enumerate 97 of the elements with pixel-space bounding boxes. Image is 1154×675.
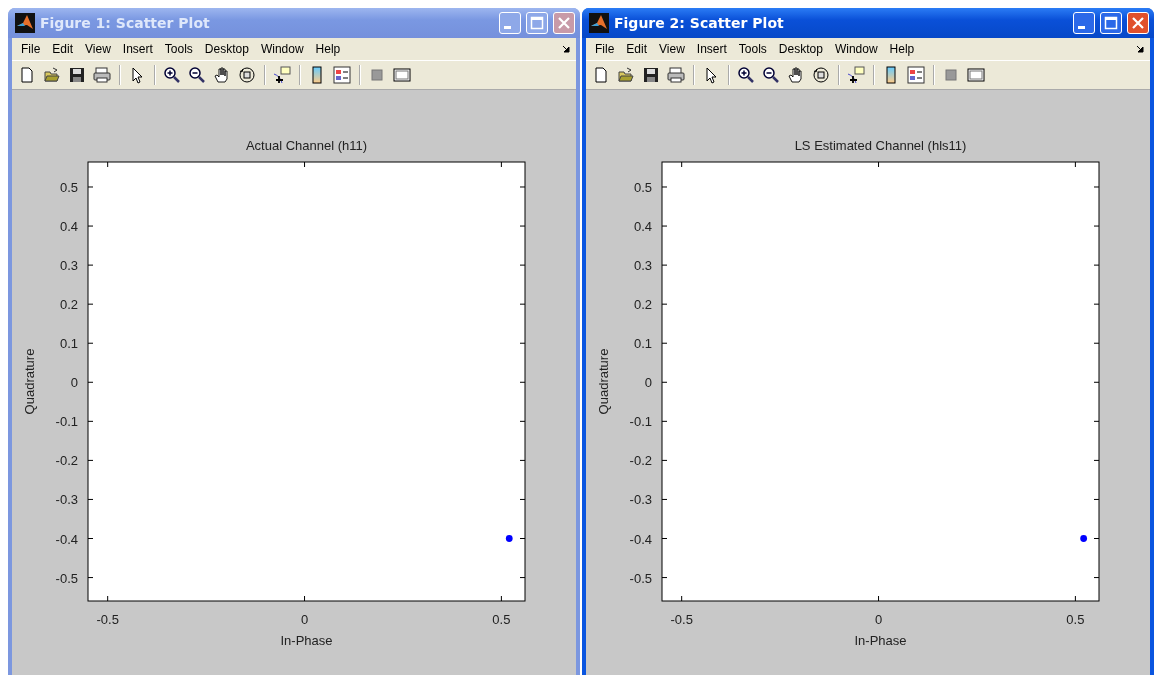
tick-label: -0.2: [629, 453, 652, 469]
hand-icon: [213, 66, 231, 84]
tick-label: -0.1: [55, 414, 78, 430]
open-folder-icon: [617, 66, 635, 84]
tick-label: 0.2: [59, 297, 78, 313]
menu-item[interactable]: File: [589, 42, 621, 56]
tick-label: 0: [644, 375, 652, 391]
menu-item[interactable]: Window: [828, 42, 884, 56]
rotate-button[interactable]: [810, 64, 832, 86]
maximize-button[interactable]: [1100, 12, 1122, 34]
print-icon: [93, 66, 111, 84]
tick-label: 0: [300, 612, 309, 627]
legend-button[interactable]: [331, 64, 353, 86]
dock-arrow-icon[interactable]: [562, 45, 570, 53]
rotate-button[interactable]: [236, 64, 258, 86]
maximize-icon: [530, 16, 544, 30]
app-logo-icon: [589, 13, 609, 33]
data-cursor-icon: [273, 66, 291, 84]
window-title: Figure 2: Scatter Plot: [614, 15, 785, 31]
data-cursor-button[interactable]: [845, 64, 867, 86]
print-icon: [667, 66, 685, 84]
tick-label: 0.5: [633, 180, 652, 195]
print-button[interactable]: [665, 64, 687, 86]
tick-label: 0.5: [59, 180, 78, 195]
menu-item[interactable]: Help: [883, 42, 921, 56]
menu-item[interactable]: Desktop: [772, 42, 829, 56]
x-axis-label: In-Phase: [854, 633, 907, 648]
app-logo-icon: [15, 13, 35, 33]
tick-label: 0.1: [633, 336, 652, 352]
new-file-icon: [18, 66, 36, 84]
tick-label: -0.5: [629, 570, 652, 586]
maximize-icon: [1104, 16, 1118, 30]
tick-label: -0.3: [55, 492, 78, 508]
legend-icon: [333, 66, 351, 84]
hand-icon: [787, 66, 805, 84]
x-axis-label: In-Phase: [280, 633, 333, 648]
y-axis-label: Quadrature: [22, 348, 37, 415]
data-cursor-icon: [847, 66, 865, 84]
tick-label: -0.3: [629, 492, 652, 508]
tick-label: -0.5: [55, 570, 78, 586]
tick-label: 0: [874, 612, 883, 627]
square-icon: [368, 66, 386, 84]
save-icon: [642, 66, 660, 84]
tick-label: -0.4: [55, 531, 78, 547]
menu-item[interactable]: Tools: [732, 42, 773, 56]
square-icon: [942, 66, 960, 84]
minimize-icon: [503, 25, 511, 29]
close-icon: [1131, 16, 1145, 30]
tick-label: -0.2: [55, 453, 78, 469]
minimize-icon: [1077, 25, 1085, 29]
menu-item[interactable]: View: [653, 42, 691, 56]
menu-item[interactable]: Desktop: [198, 42, 255, 56]
tick-label: 0.3: [633, 258, 652, 274]
menu-item[interactable]: Edit: [620, 42, 654, 56]
tick-label: 0.3: [59, 258, 78, 274]
menu-item[interactable]: Help: [309, 42, 347, 56]
plot-tools-icon: [393, 66, 411, 84]
menu-item[interactable]: View: [79, 42, 117, 56]
tick-label: -0.1: [629, 414, 652, 430]
close-icon: [557, 16, 571, 30]
close-button[interactable]: [1127, 12, 1149, 34]
plot-tools-icon: [967, 66, 985, 84]
tick-label: 0.5: [1066, 612, 1085, 627]
print-button[interactable]: [91, 64, 113, 86]
tick-label: 0.4: [633, 219, 652, 235]
legend-button[interactable]: [905, 64, 927, 86]
menu-item[interactable]: Insert: [116, 42, 159, 56]
new-file-icon: [592, 66, 610, 84]
tick-label: -0.5: [96, 612, 119, 627]
dock-arrow-icon[interactable]: [1136, 45, 1144, 53]
data-cursor-button[interactable]: [271, 64, 293, 86]
menu-item[interactable]: File: [15, 42, 47, 56]
zoom-out-icon: [188, 66, 206, 84]
menu-item[interactable]: Insert: [690, 42, 733, 56]
rotate-icon: [238, 66, 256, 84]
open-folder-icon: [43, 66, 61, 84]
zoom-out-icon: [762, 66, 780, 84]
tick-label: 0.1: [59, 336, 78, 352]
menu-item[interactable]: Tools: [158, 42, 199, 56]
menu-item[interactable]: Edit: [46, 42, 80, 56]
y-axis-label: Quadrature: [596, 348, 611, 415]
save-icon: [68, 66, 86, 84]
window-title: Figure 1: Scatter Plot: [40, 15, 211, 31]
tick-label: 0: [70, 375, 78, 391]
tick-label: -0.4: [629, 531, 652, 547]
tick-label: 0.5: [492, 612, 511, 627]
tick-label: 0.2: [633, 297, 652, 313]
rotate-icon: [812, 66, 830, 84]
minimize-button[interactable]: [1073, 12, 1095, 34]
zoom-in-icon: [163, 66, 181, 84]
chart-title: Actual Channel (h11): [245, 138, 368, 153]
tick-label: -0.5: [670, 612, 693, 627]
zoom-in-icon: [737, 66, 755, 84]
legend-icon: [907, 66, 925, 84]
menu-item[interactable]: Window: [254, 42, 310, 56]
chart-title: LS Estimated Channel (hls11): [794, 138, 967, 153]
tick-label: 0.4: [59, 219, 78, 235]
